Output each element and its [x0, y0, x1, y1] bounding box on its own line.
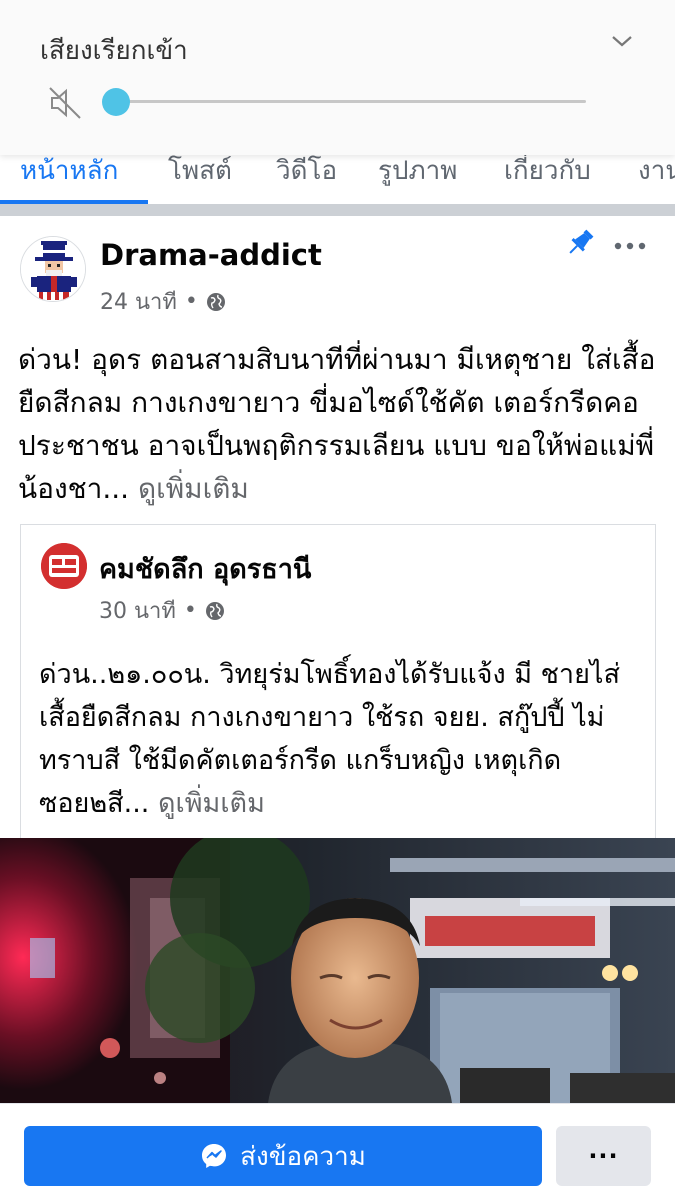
post-author-name[interactable]: Drama-addict [100, 238, 322, 272]
author-avatar[interactable] [20, 236, 86, 302]
shared-author-avatar[interactable] [41, 543, 87, 589]
see-more-link[interactable]: ดูเพิ่มเติม [138, 472, 249, 505]
uncle-sam-avatar-image [21, 237, 85, 301]
meta-separator: • [183, 598, 197, 623]
post-time[interactable]: 24 นาที [100, 284, 177, 319]
meta-separator: • [184, 289, 198, 314]
send-message-label: ส่งข้อความ [240, 1141, 366, 1172]
tab-about[interactable]: เกี่ยวกับ [504, 150, 591, 191]
messenger-icon [202, 1144, 227, 1168]
globe-icon [206, 292, 225, 311]
volume-slider-thumb[interactable] [102, 88, 130, 116]
tab-photos[interactable]: รูปภาพ [378, 150, 457, 191]
shared-post-card[interactable]: คมชัดลึก อุดรธานี 30 นาที • ด่วน..๒๑.๐๐น… [20, 524, 656, 842]
chevron-down-icon[interactable] [609, 28, 635, 54]
night-street-photo [0, 838, 675, 1103]
tab-videos[interactable]: วิดีโอ [276, 150, 337, 191]
shared-post-author[interactable]: คมชัดลึก อุดรธานี [99, 547, 311, 590]
more-options-button[interactable]: ··· [556, 1126, 651, 1186]
shared-see-more-link[interactable]: ดูเพิ่มเติม [158, 788, 265, 819]
komchadluek-logo [41, 543, 87, 589]
shared-post-time[interactable]: 30 นาที [99, 593, 176, 628]
facebook-page-screen: หน้าหลัก โพสต์ วิดีโอ รูปภาพ เกี่ยวกับ ง… [0, 0, 675, 1200]
bottom-action-bar: ส่งข้อความ ··· [0, 1103, 675, 1200]
pin-icon [569, 229, 594, 254]
volume-panel-title: เสียงเรียกเข้า [40, 36, 188, 66]
post-photo[interactable] [0, 838, 675, 1103]
post-meta: 24 นาที • [100, 284, 226, 319]
section-divider [0, 204, 675, 216]
speaker-muted-icon[interactable] [46, 84, 84, 122]
tab-posts[interactable]: โพสต์ [168, 150, 232, 191]
ringtone-volume-panel: เสียงเรียกเข้า [0, 0, 675, 155]
globe-icon [205, 601, 224, 620]
more-options-label: ··· [588, 1142, 619, 1170]
post-text: ด่วน! อุดร ตอนสามสิบนาทีที่ผ่านมา มีเหตุ… [18, 343, 656, 505]
shared-post-body: ด่วน..๒๑.๐๐น. วิทยุร่มโพธิ์ทองได้รับแจ้ง… [39, 653, 649, 825]
post-body-text: ด่วน! อุดร ตอนสามสิบนาทีที่ผ่านมา มีเหตุ… [18, 338, 658, 510]
tab-jobs[interactable]: งาน [638, 150, 675, 191]
send-message-button[interactable]: ส่งข้อความ [24, 1126, 542, 1186]
volume-slider-track[interactable] [116, 100, 586, 103]
shared-post-meta: 30 นาที • [99, 593, 225, 628]
more-horizontal-icon[interactable] [610, 234, 650, 258]
shared-post-text: ด่วน..๒๑.๐๐น. วิทยุร่มโพธิ์ทองได้รับแจ้ง… [39, 659, 620, 819]
tab-home[interactable]: หน้าหลัก [20, 150, 118, 191]
